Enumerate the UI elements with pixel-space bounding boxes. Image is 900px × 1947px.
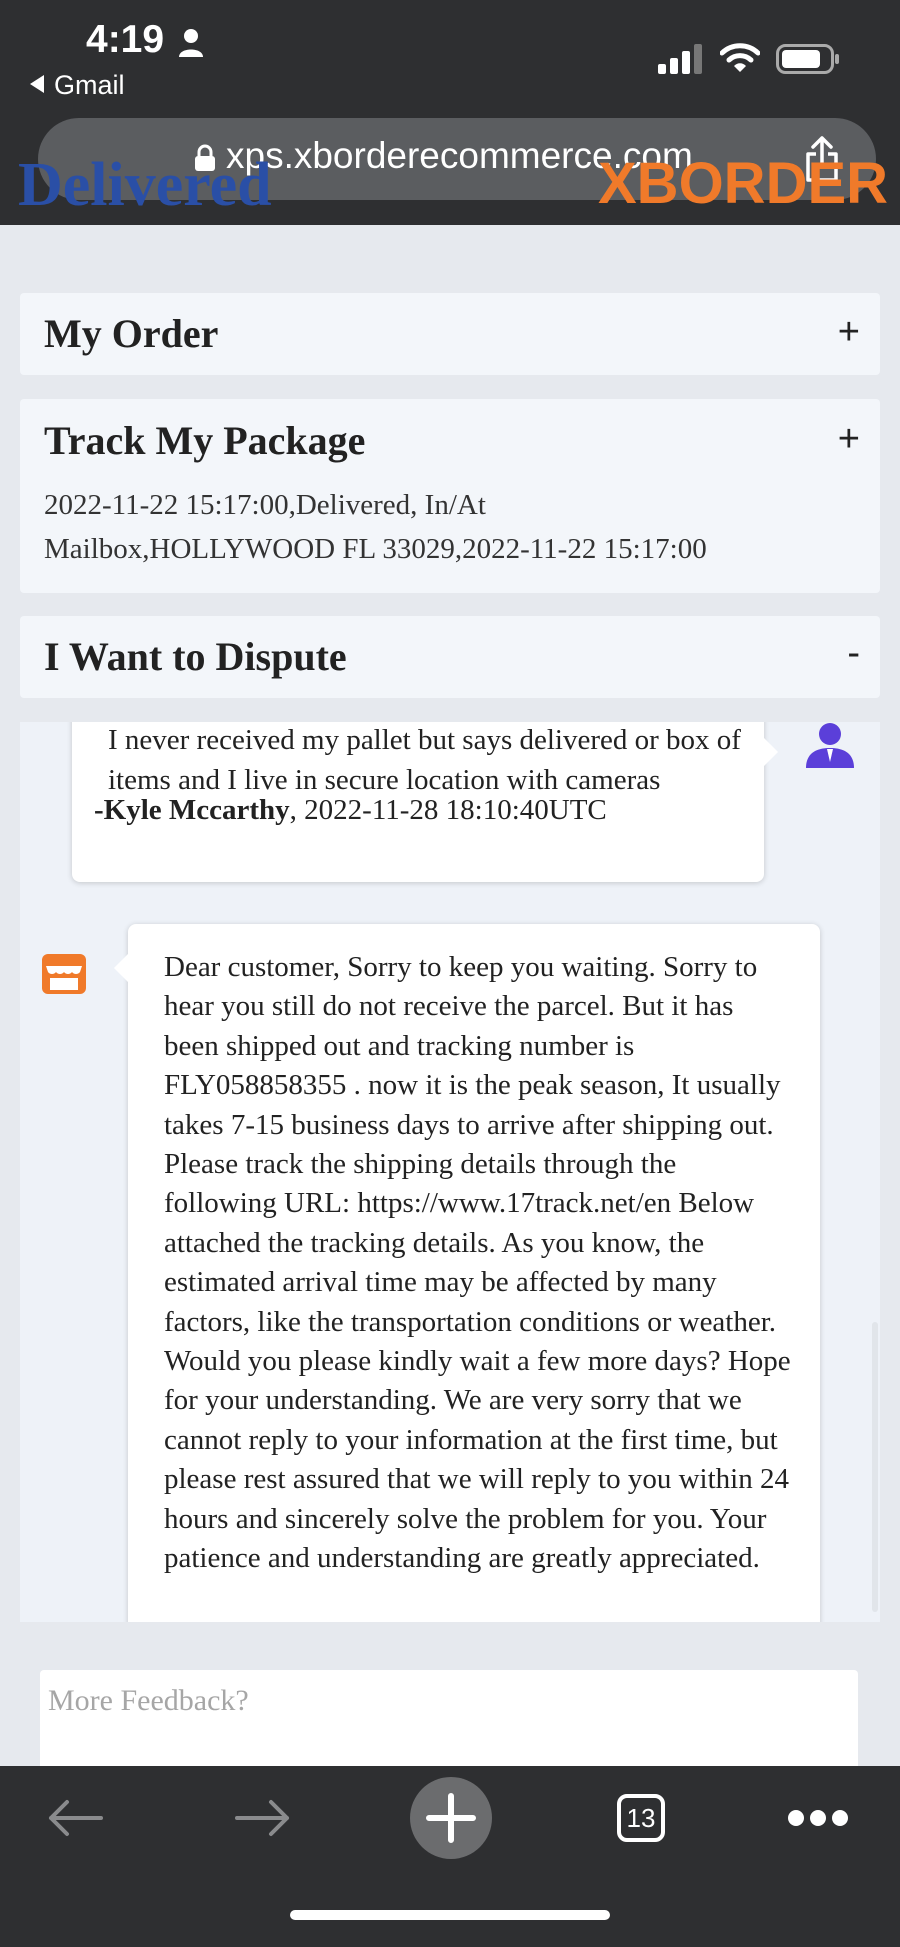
tracking-line-1: 2022-11-22 15:17:00,Delivered, In/At xyxy=(44,489,486,521)
conversation-scrollbar[interactable] xyxy=(872,1322,878,1612)
delivered-heading: Delivered xyxy=(18,151,272,219)
track-package-panel[interactable]: Track My Package + 2022-11-22 15:17:00,D… xyxy=(20,399,880,593)
expand-track-package-icon[interactable]: + xyxy=(838,418,860,461)
home-indicator xyxy=(290,1910,610,1920)
my-order-title: My Order xyxy=(44,311,219,356)
person-icon xyxy=(179,29,203,57)
forward-arrow-icon xyxy=(235,1800,289,1836)
expand-my-order-icon[interactable]: + xyxy=(838,311,860,354)
battery-icon xyxy=(776,44,839,74)
back-button[interactable] xyxy=(30,1766,120,1870)
track-package-title: Track My Package xyxy=(44,418,366,463)
customer-message-meta: -Kyle Mccarthy, 2022-11-28 18:10:40UTC xyxy=(94,794,607,827)
my-order-panel[interactable]: My Order + xyxy=(20,293,880,375)
status-time: 4:19 xyxy=(86,18,165,61)
customer-message-timestamp: , 2022-11-28 18:10:40UTC xyxy=(289,794,607,826)
seller-message-bubble: Dear customer, Sorry to keep you waiting… xyxy=(114,924,820,1622)
store-icon xyxy=(42,954,86,994)
more-dots-icon xyxy=(788,1810,848,1826)
tracking-line-2: Mailbox,HOLLYWOOD FL 33029,2022-11-22 15… xyxy=(44,533,707,565)
back-app-label: Gmail xyxy=(54,70,125,100)
tracking-status: 2022-11-22 15:17:00,Delivered, In/At Mai… xyxy=(44,483,844,571)
more-menu-button[interactable] xyxy=(768,1766,868,1870)
dispute-panel[interactable]: I Want to Dispute - xyxy=(20,616,880,698)
xborder-logo: XBORDER xyxy=(598,151,889,216)
feedback-input[interactable] xyxy=(40,1670,858,1770)
plus-icon xyxy=(410,1777,492,1859)
user-avatar-icon xyxy=(806,723,854,768)
back-triangle-icon xyxy=(30,75,44,93)
seller-message-text: Dear customer, Sorry to keep you waiting… xyxy=(164,951,791,1575)
customer-name: -Kyle Mccarthy xyxy=(94,794,290,826)
collapse-dispute-icon[interactable]: - xyxy=(847,632,860,675)
cellular-signal-icon xyxy=(658,44,702,74)
tab-count: 13 xyxy=(617,1794,665,1842)
dispute-conversation[interactable]: I never received my pallet but says deli… xyxy=(20,722,880,1622)
customer-message-text: I never received my pallet but says deli… xyxy=(108,724,741,796)
dispute-title: I Want to Dispute xyxy=(44,634,347,679)
wifi-icon xyxy=(720,43,760,72)
back-arrow-icon xyxy=(49,1800,103,1836)
back-to-app-link[interactable]: Gmail xyxy=(30,70,125,101)
tab-switcher-button[interactable]: 13 xyxy=(596,1766,686,1870)
customer-message-bubble: I never received my pallet but says deli… xyxy=(72,722,778,882)
new-tab-button[interactable] xyxy=(406,1766,496,1870)
forward-button[interactable] xyxy=(218,1766,308,1870)
